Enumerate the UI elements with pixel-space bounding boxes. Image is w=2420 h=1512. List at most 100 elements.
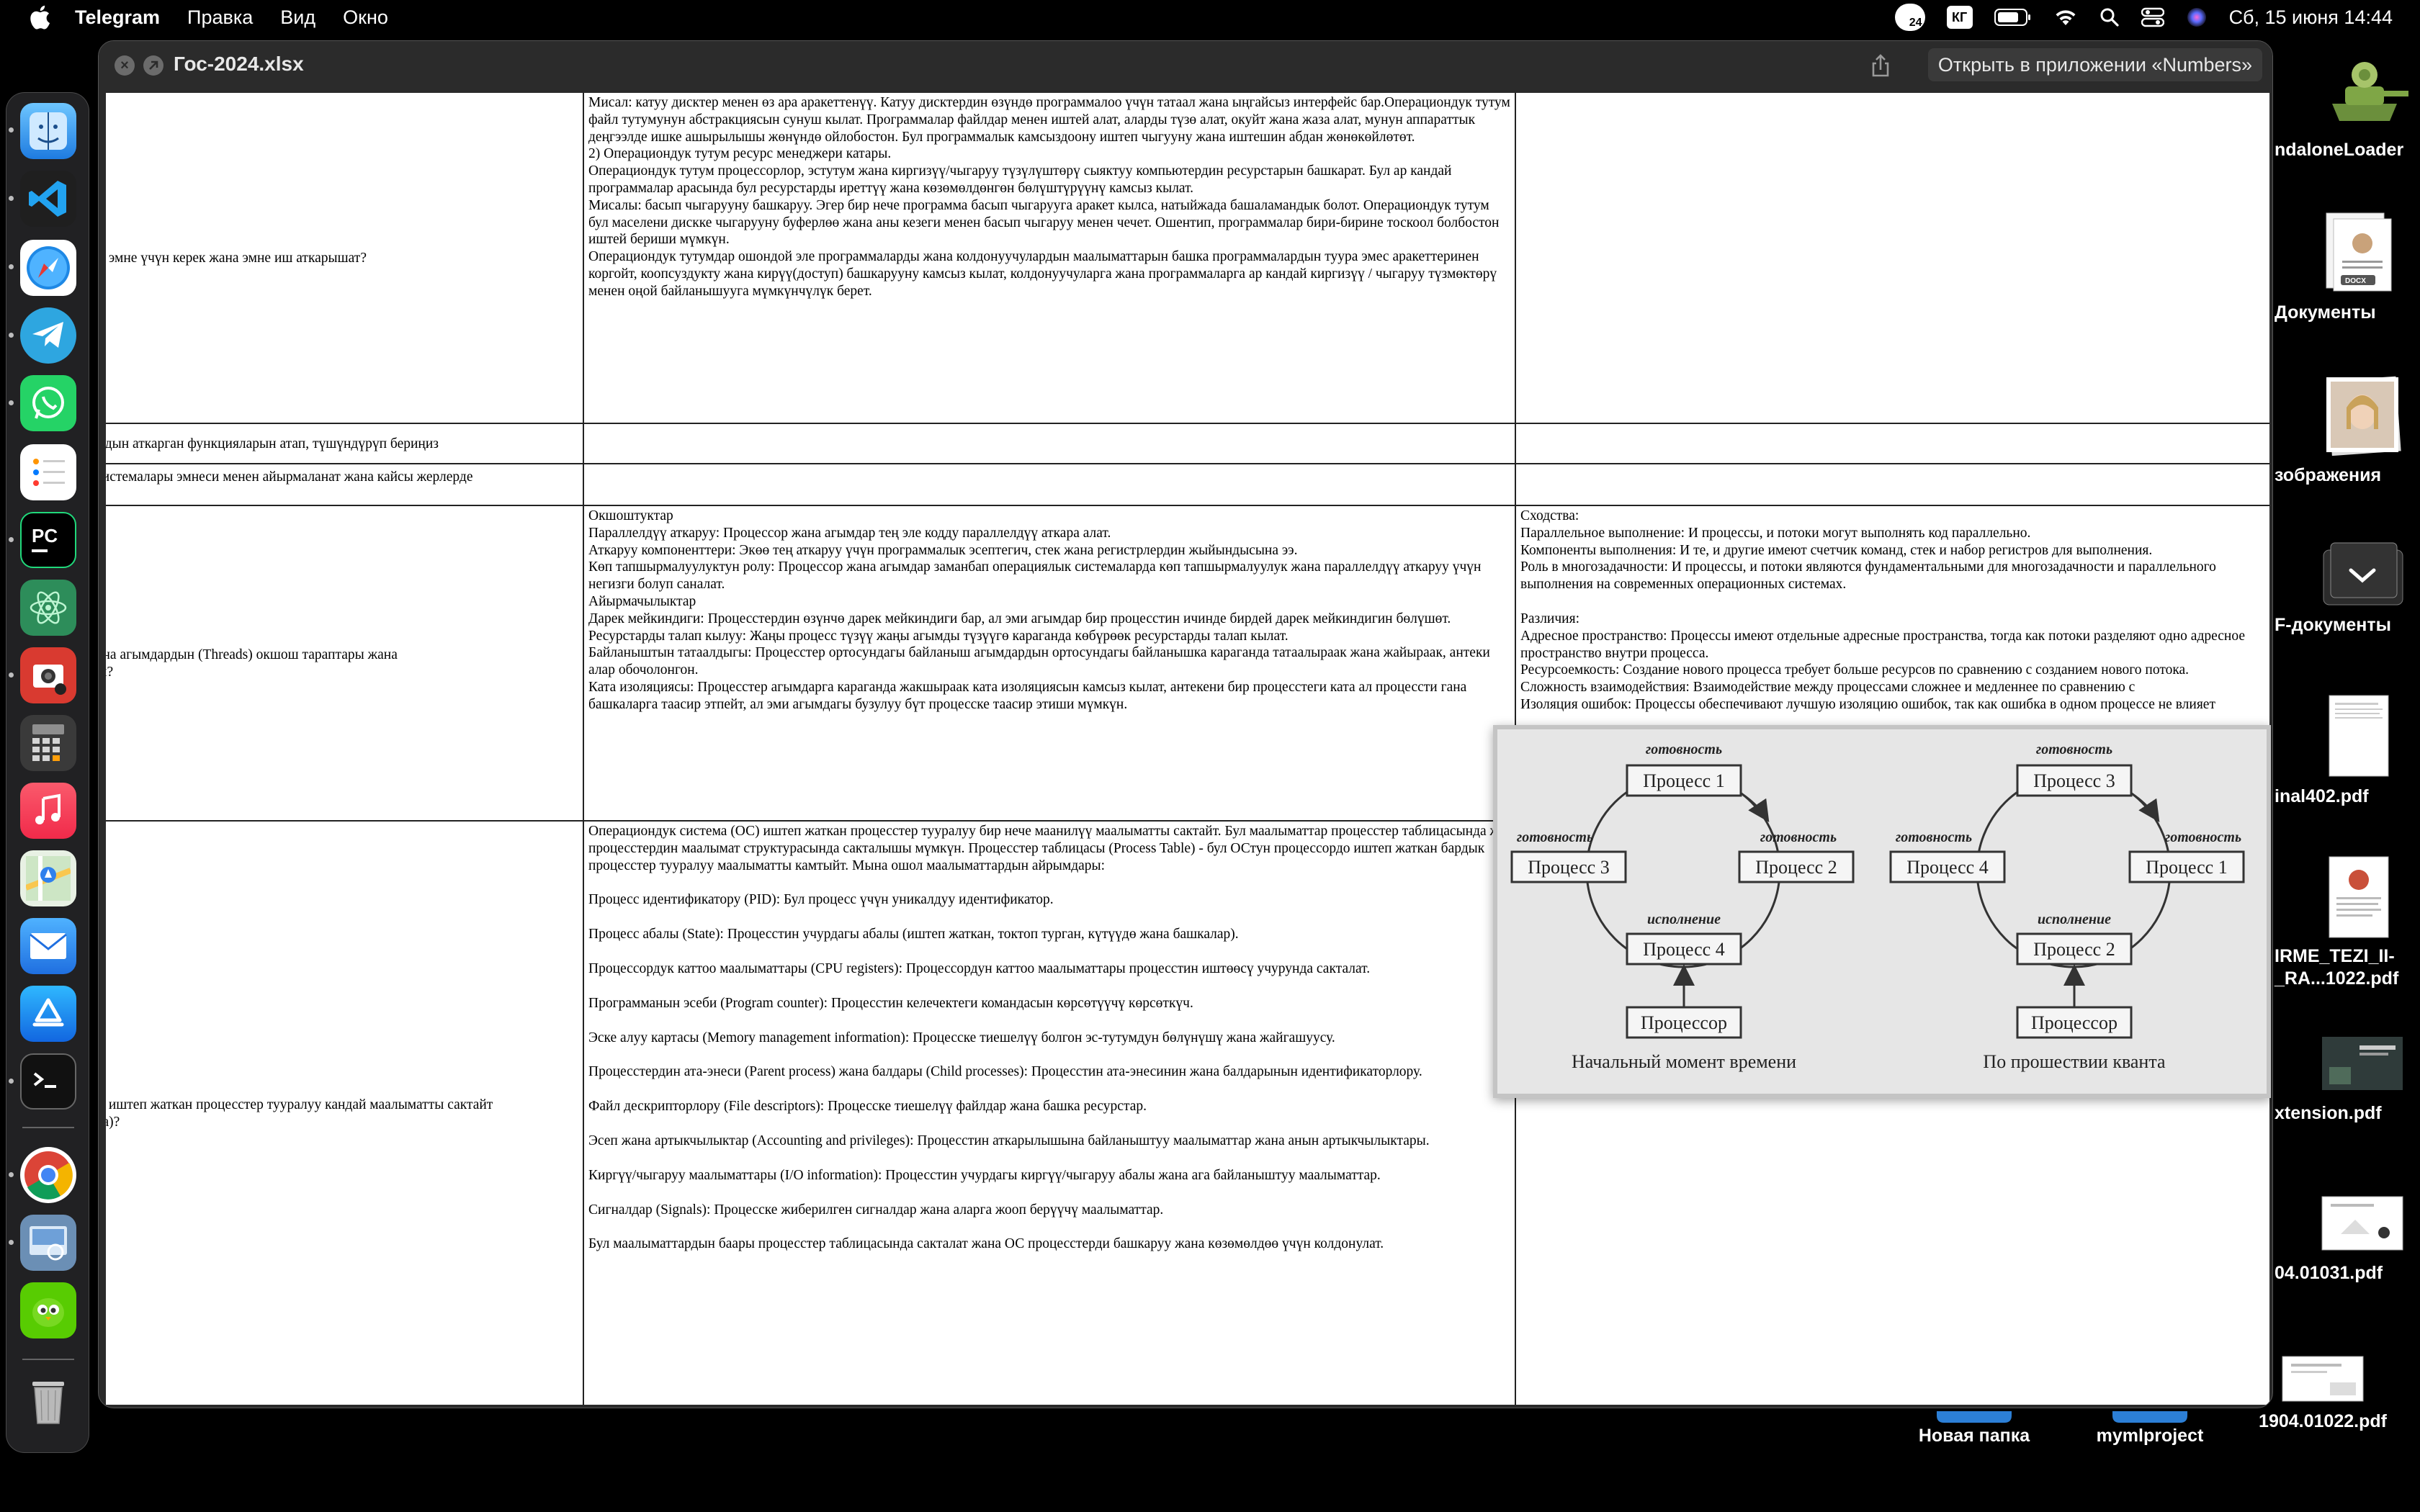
desktop-item-label: ndaloneLoader [2275, 140, 2404, 160]
maps-icon[interactable] [20, 850, 76, 906]
cell-answer-3[interactable] [584, 464, 1516, 506]
siri-icon[interactable] [2186, 6, 2208, 28]
cell-russian-3[interactable] [1516, 464, 2269, 506]
open-in-numbers-button[interactable]: Открыть в приложении «Numbers» [1927, 48, 2262, 81]
fullscreen-button[interactable] [143, 55, 163, 76]
whatsapp-icon[interactable] [20, 375, 76, 431]
cell-paragraph: Параллелдүү аткаруу: Процессор жана агым… [588, 525, 1111, 541]
desktop-item-label: mymlproject [2096, 1426, 2204, 1446]
cell-answer-1[interactable]: Мисал: катуу дисктер менен өз ара аракет… [584, 93, 1516, 424]
close-button[interactable]: × [115, 55, 135, 76]
cell-question-3[interactable]: ук системалары эмнеси менен айырмаланат … [106, 464, 584, 506]
duolingo-icon[interactable] [20, 1282, 76, 1338]
atom-icon[interactable] [20, 580, 76, 636]
cell-text: ндай? [106, 665, 114, 680]
cell-paragraph: Айырмачылыктар [588, 593, 696, 609]
pdf-thumbnail [2319, 1031, 2406, 1096]
cell-text: алар иштеп жаткан процесстер тууралуу ка… [106, 1097, 493, 1113]
desktop-item-1904-01031[interactable]: 04.01031.pdf [2275, 1191, 2419, 1284]
desktop-item-label: inal402.pdf [2275, 786, 2369, 806]
preview-icon[interactable] [20, 1215, 76, 1271]
running-indicator [9, 196, 14, 201]
cell-answer-2[interactable] [584, 424, 1516, 464]
battery-icon[interactable] [1994, 8, 2032, 27]
wifi-icon[interactable] [2053, 8, 2078, 27]
quicklook-window: × Гос-2024.xlsx Открыть в приложении «Nu… [98, 40, 2273, 1408]
running-indicator [9, 127, 14, 132]
process-box-label: Процесс 4 [1643, 939, 1724, 960]
keyboard-layout-icon[interactable]: КГ [1946, 6, 1973, 29]
notification-count: 24 [1909, 17, 1922, 29]
desktop-item-irme-tezi[interactable]: IRME_TEZI_II- _RA...1022.pdf [2275, 854, 2419, 989]
trash-icon[interactable] [20, 1373, 76, 1429]
safari-icon[interactable] [20, 240, 76, 296]
cell-question-1[interactable]: алар эмне үчүн керек жана эмне иш аткары… [106, 93, 584, 424]
terminal-icon[interactable] [20, 1053, 76, 1110]
menu-clock[interactable]: Сб, 15 июня 14:44 [2229, 6, 2393, 29]
pycharm-icon[interactable]: PC [20, 512, 76, 568]
running-indicator [9, 264, 14, 269]
menu-window[interactable]: Окно [343, 6, 388, 29]
mail-icon[interactable] [20, 918, 76, 974]
menu-view[interactable]: Вид [280, 6, 315, 29]
state-label: готовность [1646, 742, 1722, 757]
cell-paragraph: Ресурстарды талап кылуу: Жаңы процесс тү… [588, 628, 1289, 644]
cell-question-4[interactable]: ) жана агымдардын (Threads) окшош тарапт… [106, 506, 584, 822]
calculator-icon[interactable] [20, 715, 76, 771]
cell-paragraph: Параллельное выполнение: И процессы, и п… [1520, 525, 2031, 541]
desktop-item-images[interactable]: зображения [2275, 372, 2419, 486]
desktop-item-standalone-loader[interactable]: ndaloneLoader [2275, 53, 2419, 161]
state-label: готовность [1896, 829, 1972, 845]
menu-app-name[interactable]: Telegram [75, 6, 160, 29]
reminders-icon[interactable] [20, 444, 76, 500]
music-icon[interactable] [20, 783, 76, 839]
cell-russian-2[interactable] [1516, 424, 2269, 464]
cell-answer-5[interactable]: Операциондук система (ОС) иштеп жаткан п… [584, 822, 1516, 1405]
cell-question-5[interactable]: алар иштеп жаткан процесстер тууралуу ка… [106, 822, 584, 1405]
cell-russian-1[interactable] [1516, 93, 2269, 424]
photo-booth-icon[interactable] [20, 647, 76, 703]
menu-edit[interactable]: Правка [187, 6, 253, 29]
desktop-item-documents[interactable]: DOCX Документы [2275, 209, 2419, 323]
telegram-icon[interactable] [20, 307, 76, 364]
cell-question-2[interactable]: алардын аткарган функцияларын атап, түшү… [106, 424, 584, 464]
cell-paragraph: Адресное пространство: Процессы имеют от… [1520, 628, 2245, 661]
search-icon[interactable] [2099, 7, 2120, 27]
desktop-item-extension[interactable]: xtension.pdf [2275, 1031, 2419, 1124]
state-label: готовность [2036, 742, 2112, 757]
app-store-icon[interactable] [20, 986, 76, 1042]
close-icon: × [120, 57, 129, 73]
chrome-icon[interactable] [20, 1147, 76, 1203]
cell-answer-4[interactable]: Окшоштуктар Параллелдүү аткаруу: Процесс… [584, 506, 1516, 822]
process-scheduling-diagram: Процесс 1 Процесс 3 Процесс 2 Процесс 4 … [1493, 725, 2271, 1098]
desktop-item-label: Документы [2275, 302, 2376, 323]
share-button[interactable] [1866, 51, 1895, 80]
running-indicator [9, 1079, 14, 1084]
desktop-item-new-folder[interactable]: Новая папка [1891, 1411, 2057, 1446]
desktop-item-mymlproject[interactable]: mymlproject [2067, 1411, 2233, 1446]
control-center-icon[interactable] [2141, 7, 2164, 27]
finder-icon[interactable] [20, 103, 76, 159]
desktop-item-final402[interactable]: inal402.pdf [2275, 693, 2419, 807]
vscode-icon[interactable] [20, 171, 76, 227]
cell-text: ) жана агымдардын (Threads) окшош тарапт… [106, 647, 398, 663]
docx-label: DOCX [2345, 277, 2366, 285]
desktop-item-label-line2: _RA...1022.pdf [2275, 968, 2399, 989]
menu-bar: Telegram Правка Вид Окно 24 КГ Сб, 15 ию… [0, 0, 2420, 35]
apple-menu-icon[interactable] [27, 3, 52, 32]
desktop-item-pdf-docs[interactable]: F-документы [2275, 536, 2419, 636]
folder-icon [1931, 1411, 2017, 1426]
dock-separator [22, 1127, 74, 1128]
notification-badge-icon[interactable]: 24 [1894, 4, 1925, 31]
cell-paragraph: Операциондук тутум процессорлор, эстутум… [588, 163, 1452, 196]
process-box-label: Процесс 1 [1643, 770, 1724, 791]
process-box-label: Процесс 2 [2033, 939, 2115, 960]
svg-text:PC: PC [32, 525, 58, 546]
